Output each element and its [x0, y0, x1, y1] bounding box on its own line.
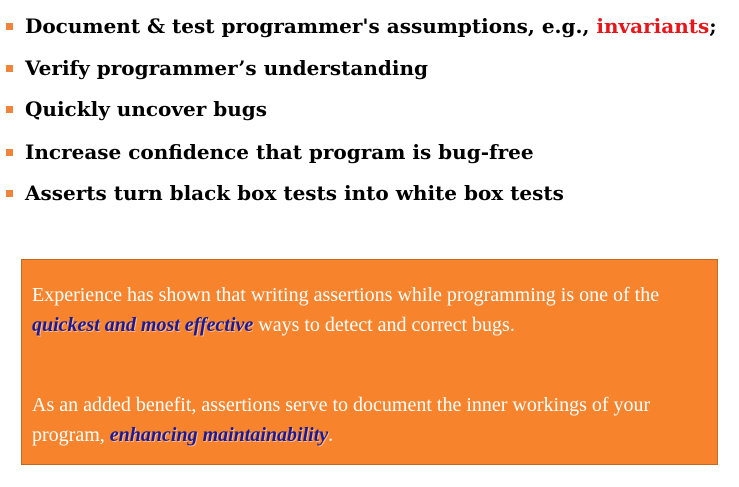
bullet-marker — [6, 22, 13, 30]
bullet-item-assumptions: Document & test programmer's assumptions… — [6, 11, 717, 41]
bullet-marker — [6, 105, 13, 113]
bullet-text: Increase confidence that program is bug-… — [25, 140, 534, 164]
callout-paragraph-2: As an added benefit, assertions serve to… — [32, 394, 651, 446]
bullet-marker — [6, 148, 13, 156]
callout-box: Experience has shown that writing assert… — [21, 259, 718, 465]
bullet-item-understanding: Verify programmer’s understanding — [6, 53, 428, 83]
bullet-item-confidence: Increase confidence that program is bug-… — [6, 137, 534, 167]
bullet-marker — [6, 189, 13, 197]
callout-emphasis: quickest and most effective — [32, 314, 254, 336]
callout-paragraph-1: Experience has shown that writing assert… — [32, 284, 660, 336]
bullet-item-white-box: Asserts turn black box tests into white … — [6, 178, 564, 208]
invariants-highlight: invariants — [596, 14, 710, 38]
bullet-marker — [6, 64, 13, 72]
callout-emphasis: enhancing maintainability — [109, 424, 329, 446]
bullet-item-uncover-bugs: Quickly uncover bugs — [6, 94, 267, 124]
bullet-text: Verify programmer’s understanding — [25, 56, 429, 80]
bullet-text: Document & test programmer's assumptions… — [25, 14, 717, 38]
bullet-text: Asserts turn black box tests into white … — [25, 181, 564, 205]
bullet-text: Quickly uncover bugs — [25, 97, 267, 121]
